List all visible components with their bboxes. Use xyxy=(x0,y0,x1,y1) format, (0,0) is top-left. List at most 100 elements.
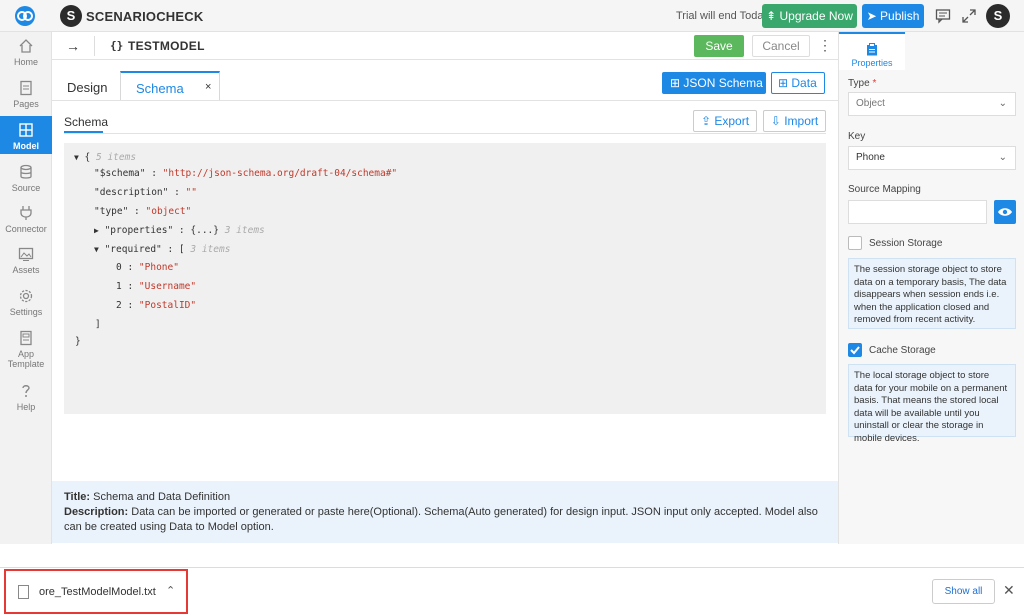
info-description-text: Data can be imported or generated or pas… xyxy=(64,506,818,533)
sidebar-item-source[interactable]: Source xyxy=(0,164,52,200)
json-schema-line: "$schema" : "http://json-schema.org/draf… xyxy=(94,168,398,179)
type-select[interactable]: Object ⌄ xyxy=(848,92,1016,116)
gear-icon xyxy=(19,289,33,303)
json-value: "Phone" xyxy=(138,262,179,273)
save-button[interactable]: Save xyxy=(694,35,744,57)
required-mark: * xyxy=(872,78,877,89)
json-key: "$schema" xyxy=(94,168,146,179)
download-item[interactable]: ore_TestModelModel.txt ⌃ xyxy=(4,569,188,614)
clipboard-icon xyxy=(867,43,877,56)
data-button[interactable]: ⊞ Data xyxy=(771,72,825,94)
comment-icon[interactable] xyxy=(935,8,951,24)
sidebar-item-label: Connector xyxy=(5,224,47,234)
sidebar-item-label: Model xyxy=(13,141,39,151)
json-value: "Username" xyxy=(138,281,197,292)
json-comment: 3 items xyxy=(224,225,265,236)
preview-button[interactable] xyxy=(994,200,1016,224)
json-index: 2 xyxy=(116,300,122,311)
model-title: TESTMODEL xyxy=(128,39,205,53)
show-all-button[interactable]: Show all xyxy=(932,579,995,604)
section-divider xyxy=(64,133,826,134)
key-select[interactable]: Phone ⌄ xyxy=(848,146,1016,170)
chevron-down-icon: ⌄ xyxy=(998,98,1007,109)
chevron-up-icon[interactable]: ⌃ xyxy=(166,584,175,597)
sidebar-item-connector[interactable]: Connector xyxy=(0,205,52,241)
download-file-name: ore_TestModelModel.txt xyxy=(39,586,156,598)
json-root-comment: 5 items xyxy=(96,152,137,163)
json-schema-button[interactable]: ⊞ JSON Schema xyxy=(662,72,766,94)
app-logo-icon[interactable] xyxy=(12,5,38,27)
info-title-text: Schema and Data Definition xyxy=(93,491,231,503)
expand-icon[interactable] xyxy=(961,8,977,24)
source-mapping-input[interactable] xyxy=(848,200,987,224)
source-mapping-label: Source Mapping xyxy=(848,184,921,195)
divider xyxy=(94,36,95,56)
tab-schema-label: Schema xyxy=(136,81,184,96)
checkmark-icon xyxy=(850,346,860,355)
session-storage-help: The session storage object to store data… xyxy=(848,258,1016,329)
json-key: "description" xyxy=(94,187,169,198)
key-label: Key xyxy=(848,131,866,142)
sidebar-item-settings[interactable]: Settings xyxy=(0,288,52,324)
sidebar-item-pages[interactable]: Pages xyxy=(0,80,52,116)
cache-storage-checkbox[interactable] xyxy=(848,343,862,357)
tab-schema[interactable]: Schema × xyxy=(120,71,220,101)
data-label: Data xyxy=(791,76,817,90)
cache-storage-help: The local storage object to store data f… xyxy=(848,364,1016,444)
tab-design[interactable]: Design xyxy=(67,80,107,95)
sidebar-item-label: Assets xyxy=(12,265,40,275)
top-bar: S SCENARIOCHECK Trial will end Today ⇞ U… xyxy=(0,0,1024,32)
upgrade-button[interactable]: ⇞ Upgrade Now xyxy=(762,4,857,28)
sidebar-item-assets[interactable]: Assets xyxy=(0,246,52,282)
json-key: "properties" xyxy=(104,225,174,236)
json-value: "PostalID" xyxy=(138,300,197,311)
export-button[interactable]: ⇪ Export xyxy=(693,110,757,132)
template-icon xyxy=(20,330,32,346)
json-comment: 3 items xyxy=(190,244,231,255)
back-arrow-icon[interactable]: → xyxy=(66,38,80,54)
pages-icon xyxy=(20,80,32,96)
more-menu-icon[interactable]: ⋮ xyxy=(818,37,832,54)
key-select-value: Phone xyxy=(856,152,885,163)
info-description-label: Description: xyxy=(64,506,129,518)
sidebar-item-home[interactable]: Home xyxy=(0,38,52,74)
sidebar-item-label: App xyxy=(17,349,34,359)
upgrade-icon: ⇞ xyxy=(766,9,780,23)
cancel-button[interactable]: Cancel xyxy=(752,35,810,57)
plug-icon xyxy=(20,206,32,220)
json-value: "http://json-schema.org/draft-04/schema#… xyxy=(162,168,398,179)
schema-section-title: Schema xyxy=(64,115,109,129)
json-viewer[interactable]: ▼ { 5 items "$schema" : "http://json-sch… xyxy=(64,143,826,414)
tab-close-icon[interactable]: × xyxy=(205,81,211,93)
session-storage-label: Session Storage xyxy=(869,238,943,249)
json-array-close: ] xyxy=(95,319,101,330)
sidebar-item-label: Settings xyxy=(9,307,43,317)
import-label: Import xyxy=(784,114,819,128)
user-avatar[interactable]: S xyxy=(986,4,1010,28)
upgrade-label: Upgrade Now xyxy=(779,9,853,23)
tab-properties-label: Properties xyxy=(851,58,893,68)
chevron-down-icon: ⌄ xyxy=(998,152,1007,163)
braces-icon: {} xyxy=(110,39,124,52)
collapse-toggle-icon[interactable]: ▼ xyxy=(74,153,79,162)
collapse-toggle-icon[interactable]: ▼ xyxy=(94,245,99,254)
json-key: "required" xyxy=(104,244,162,255)
properties-panel: Properties Type * Object ⌄ Key Phone ⌄ S… xyxy=(838,32,1024,544)
sidebar-item-model[interactable]: Model xyxy=(0,116,52,154)
eye-icon xyxy=(998,208,1012,216)
session-storage-checkbox[interactable] xyxy=(848,236,862,250)
json-collapsed-object[interactable]: {...} xyxy=(190,225,219,236)
json-array-item: 2 : "PostalID" xyxy=(116,300,197,311)
expand-toggle-icon[interactable]: ▶ xyxy=(94,226,99,235)
sidebar-item-help[interactable]: Help xyxy=(0,383,52,419)
publish-button[interactable]: ➤ Publish xyxy=(862,4,924,28)
close-icon[interactable]: ✕ xyxy=(1003,582,1015,599)
sidebar-item-app-template[interactable]: App Template xyxy=(0,330,52,374)
import-button[interactable]: ⇩ Import xyxy=(763,110,826,132)
brand-name: SCENARIOCHECK xyxy=(86,9,204,24)
trial-notice: Trial will end Today xyxy=(676,10,769,22)
json-index: 0 xyxy=(116,262,122,273)
sidebar-item-label: Pages xyxy=(13,99,39,109)
tree-icon: ⊞ xyxy=(670,76,684,90)
tab-properties[interactable]: Properties xyxy=(839,32,905,70)
